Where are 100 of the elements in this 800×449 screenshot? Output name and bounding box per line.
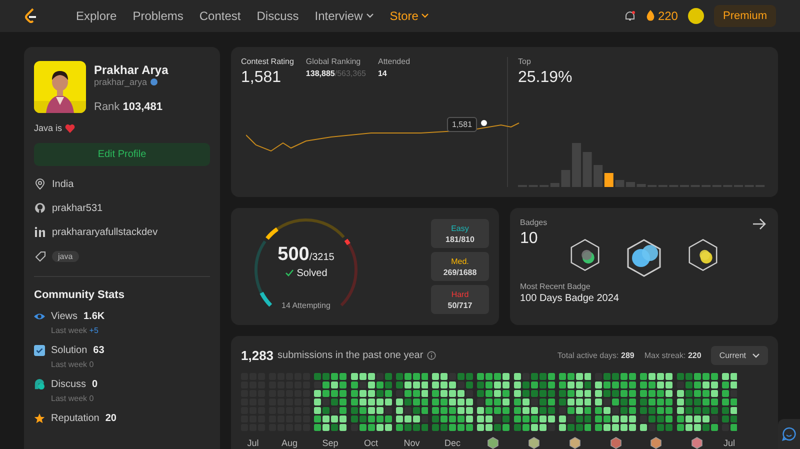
caret-icon: [752, 352, 760, 358]
nav-link[interactable]: Store: [390, 9, 430, 23]
eye-icon: [34, 311, 45, 322]
check-icon: [284, 269, 294, 277]
hexagon-badge-icon: [686, 238, 720, 272]
stat-value: 0: [92, 379, 98, 390]
stat-label: Contest Rating: [241, 57, 294, 66]
attended-count: 14: [378, 69, 388, 78]
gauge-fill: [266, 226, 278, 240]
heart-icon: [65, 124, 76, 132]
activity-heatmap: [640, 373, 672, 431]
nav-link[interactable]: Discuss: [256, 9, 299, 23]
tooltip: 1,581: [447, 117, 478, 132]
username: prakhar_arya: [94, 77, 148, 87]
streak-count[interactable]: 220: [646, 9, 678, 23]
difficulty-count: 181/810: [446, 234, 474, 244]
badge-count: 10: [520, 230, 539, 248]
stat-label: Attended: [378, 57, 410, 66]
histogram-bar: [582, 152, 592, 187]
difficulty-label: Med.: [451, 256, 469, 266]
activity-heatmap: [350, 373, 392, 431]
section-title: Community Stats: [34, 289, 126, 301]
histogram-bar: [572, 143, 581, 187]
histogram-bar: [615, 180, 624, 187]
histogram-bar: [561, 170, 570, 187]
difficulty-label: Easy: [451, 224, 469, 232]
stat-value: 20: [105, 413, 116, 424]
stat-delta: 0: [89, 360, 94, 369]
hexagon-badge-icon: [568, 238, 602, 272]
flame-icon: [646, 10, 655, 22]
activity-heatmap: [558, 373, 591, 431]
period-dropdown[interactable]: Current: [711, 346, 768, 365]
stat-subtitle: Last week: [51, 360, 88, 369]
stat-value: 63: [93, 345, 104, 356]
activity-heatmap: [432, 373, 473, 431]
bio: Java is: [34, 123, 62, 133]
global-ranking: 138,885/563,365: [306, 69, 366, 78]
bell-icon[interactable]: [624, 10, 636, 22]
smiley-chat-icon: [782, 427, 796, 441]
user-name: Prakhar Arya: [94, 63, 168, 77]
month-label: Nov: [404, 438, 420, 448]
stat-label: Top: [518, 57, 532, 66]
activity-heatmap: [514, 373, 554, 431]
chat-bubbles-icon: [34, 379, 45, 390]
skill-tag[interactable]: java: [52, 250, 79, 262]
stat-label: Reputation: [51, 413, 100, 424]
premium-button[interactable]: Premium: [714, 5, 776, 27]
month-label: Jul: [247, 438, 259, 448]
month-label: Sep: [322, 438, 338, 448]
location-icon: [34, 178, 46, 190]
checkbox-icon: [34, 345, 45, 356]
stat-label: Badges: [520, 218, 548, 227]
edit-profile-button[interactable]: Edit Profile: [34, 143, 210, 166]
chat-button[interactable]: [778, 419, 800, 449]
activity-heatmap: [477, 373, 510, 431]
activity-heatmap: [676, 373, 718, 431]
difficulty-count: 269/1688: [443, 268, 477, 276]
tag-icon: [34, 250, 46, 262]
nav-link[interactable]: Problems: [132, 9, 184, 23]
active-days: Total active days: 289: [557, 351, 634, 360]
point-marker: [481, 120, 487, 126]
avatar[interactable]: [688, 8, 704, 24]
difficulty-label: Hard: [451, 290, 469, 298]
stat-delta: 0: [89, 394, 94, 403]
submission-count: 1,283: [241, 348, 274, 363]
top-percentage: 25.19%: [518, 69, 574, 87]
activity-heatmap: [595, 373, 636, 431]
histogram-bar: [626, 182, 635, 187]
stat-label: Views: [51, 311, 78, 322]
stat-delta: +5: [89, 326, 98, 335]
difficulty-count: 50/717: [448, 300, 472, 310]
arrow-right-icon[interactable]: [752, 218, 766, 230]
month-label: Oct: [364, 438, 378, 448]
info-icon[interactable]: [427, 351, 436, 360]
activity-heatmap: [396, 373, 428, 431]
activity-heatmap: [722, 373, 737, 431]
activity-heatmap: [314, 373, 346, 431]
linkedin-icon: [34, 226, 46, 238]
month-label: Dec: [444, 438, 460, 448]
stat-label: Global Ranking: [306, 57, 362, 66]
max-streak: Max streak: 220: [644, 351, 702, 360]
profile-link[interactable]: prakhararyafullstackdev: [52, 226, 158, 238]
stat-value: 1.6K: [84, 311, 105, 322]
submissions-caption: submissions in the past one year: [278, 350, 424, 361]
nav-link[interactable]: Contest: [199, 9, 241, 23]
stat-subtitle: Last week: [51, 326, 88, 335]
attempting-count: 14 Attempting: [280, 300, 332, 310]
solved-count: 500/3215: [276, 244, 336, 266]
nav-link[interactable]: Interview: [314, 9, 374, 23]
nav-link[interactable]: Explore: [76, 9, 117, 23]
month-label: Jul: [723, 438, 735, 448]
profile-link[interactable]: prakhar531: [52, 202, 103, 214]
stat-label: Solution: [51, 345, 88, 356]
stat-label: Most Recent Badge: [520, 282, 592, 291]
rank: Rank 103,481: [94, 101, 164, 113]
logo-icon[interactable]: [24, 8, 38, 24]
stat-label: Discuss: [51, 379, 86, 390]
gauge-fill: [260, 291, 272, 306]
github-icon: [34, 202, 46, 214]
gauge-fill: [344, 238, 350, 245]
